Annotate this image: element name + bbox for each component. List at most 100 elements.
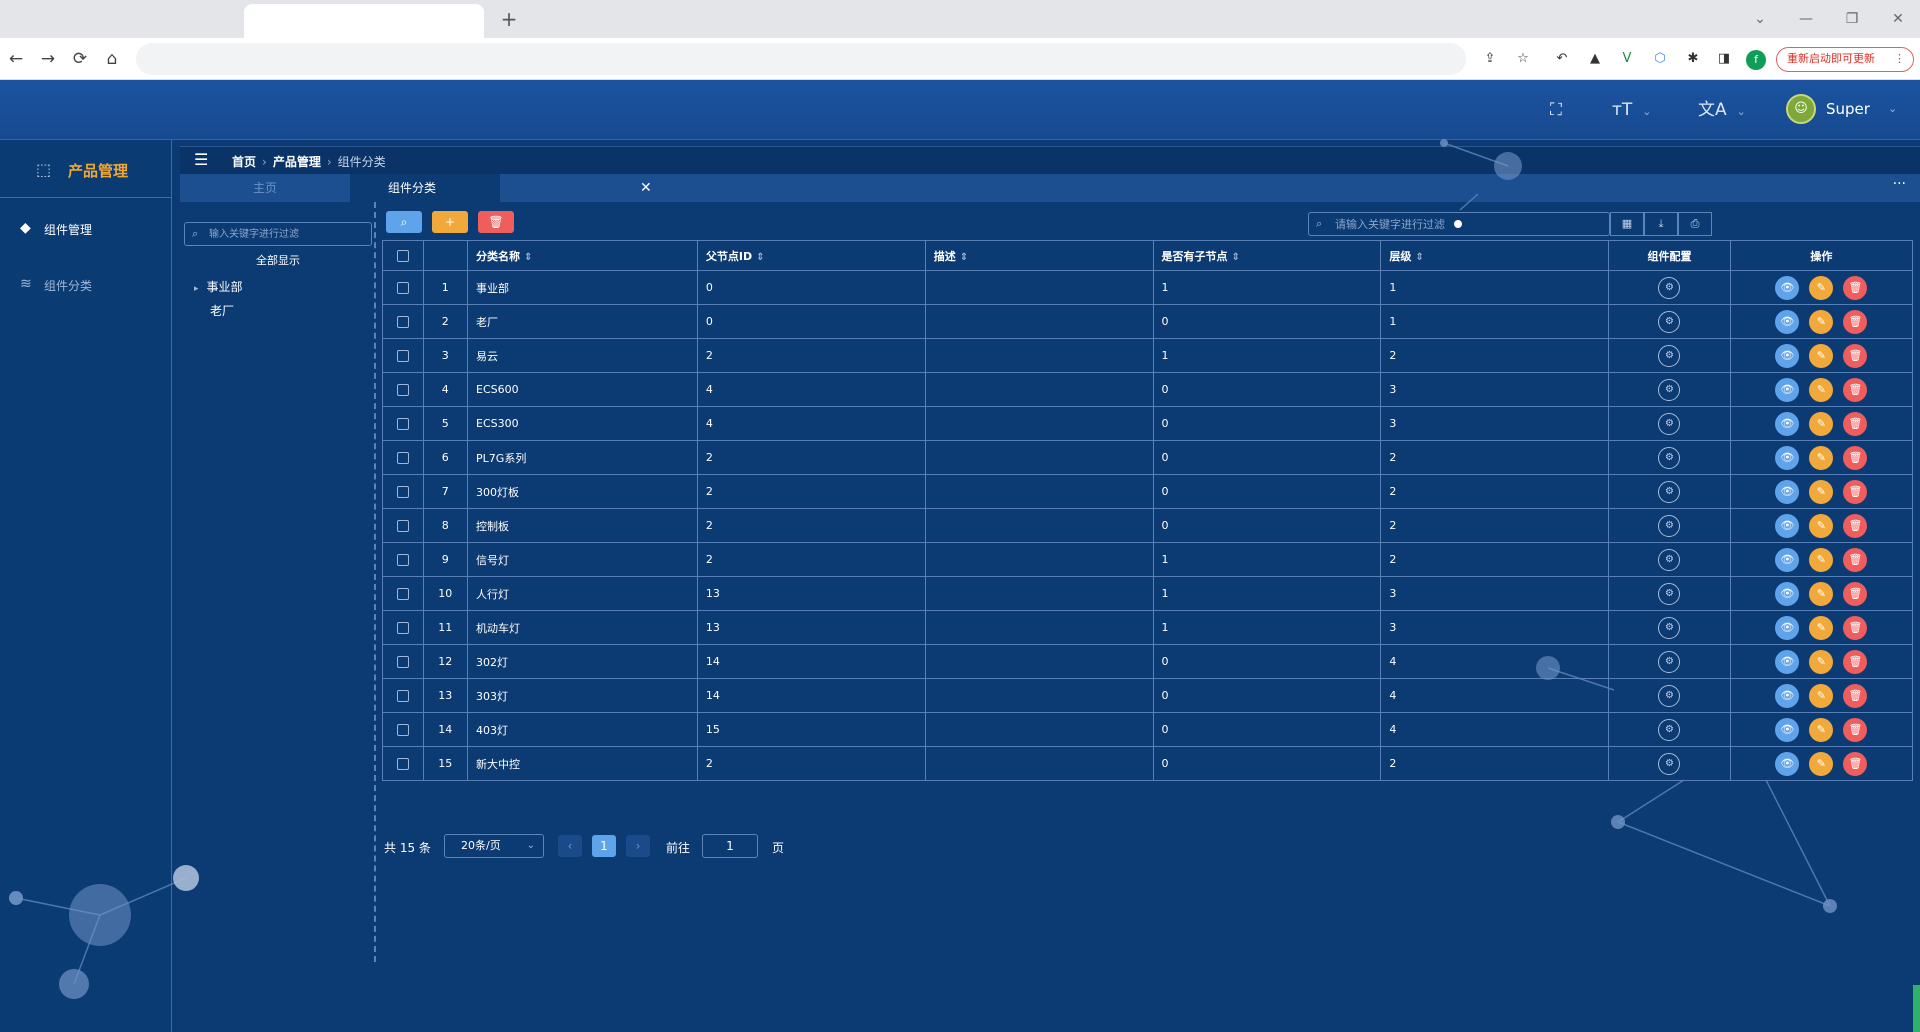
restore-icon[interactable]: ❐ [1840,8,1864,30]
table-row[interactable]: 6 PL7G系列 2 0 2 ⚙ 👁 ✎ 🗑 [382,440,1914,475]
edit-button[interactable]: ✎ [1809,547,1834,572]
delete-row-button[interactable]: 🗑 [1843,513,1868,538]
delete-row-button[interactable]: 🗑 [1843,411,1868,436]
column-header-description[interactable]: 描述 ⇕ [924,240,1154,271]
select-all-checkbox[interactable] [396,250,409,262]
tab-component-category[interactable]: 组件分类 ✕ [350,174,652,202]
gear-icon[interactable]: ⚙ [1658,344,1681,367]
sort-icon[interactable]: ⇕ [524,252,532,263]
chevron-down-icon[interactable]: ⌄ [1888,102,1897,115]
export-icon[interactable]: ⤓ [1644,212,1678,236]
sidebar-item-component-management[interactable]: ◆ 组件管理 [0,212,172,246]
row-checkbox[interactable] [396,452,409,464]
home-icon[interactable]: ⌂ [100,47,124,71]
edit-button[interactable]: ✎ [1809,717,1834,742]
table-filter[interactable]: ⌕ [1308,212,1610,236]
gear-icon[interactable]: ⚙ [1658,684,1681,707]
view-button[interactable]: 👁 [1775,683,1800,708]
edit-button[interactable]: ✎ [1809,683,1834,708]
delete-row-button[interactable]: 🗑 [1843,445,1868,470]
view-button[interactable]: 👁 [1775,547,1800,572]
column-header-has-child[interactable]: 是否有子节点 ⇕ [1152,240,1382,271]
view-button[interactable]: 👁 [1775,275,1800,300]
tree-show-all[interactable]: 全部显示 [180,252,376,268]
row-select-cell[interactable] [382,508,424,543]
edit-button[interactable]: ✎ [1809,411,1834,436]
view-button[interactable]: 👁 [1775,717,1800,742]
extension-a-icon[interactable]: ▲ [1585,49,1605,69]
add-button[interactable]: + [432,211,468,233]
tree-node[interactable]: ▸ 事业部 [194,278,243,295]
sort-icon[interactable]: ⇕ [756,252,764,263]
delete-row-button[interactable]: 🗑 [1843,343,1868,368]
select-all-cell[interactable] [382,240,424,271]
prev-page-button[interactable]: ‹ [558,835,582,857]
tab-home[interactable]: 主页 [180,174,350,202]
user-avatar[interactable]: ☺ [1786,94,1816,124]
edit-button[interactable]: ✎ [1809,751,1834,776]
view-button[interactable]: 👁 [1775,615,1800,640]
edit-button[interactable]: ✎ [1809,309,1834,334]
row-select-cell[interactable] [382,304,424,339]
gear-icon[interactable]: ⚙ [1658,412,1681,435]
forward-icon[interactable]: → [36,47,60,71]
row-checkbox[interactable] [396,554,409,566]
view-button[interactable]: 👁 [1775,309,1800,334]
browser-tab-inactive[interactable] [0,4,240,38]
extensions-puzzle-icon[interactable]: ✱ [1683,49,1703,69]
view-button[interactable]: 👁 [1775,445,1800,470]
delete-row-button[interactable]: 🗑 [1843,275,1868,300]
edit-button[interactable]: ✎ [1809,445,1834,470]
close-icon[interactable]: ✕ [640,174,652,202]
delete-row-button[interactable]: 🗑 [1843,615,1868,640]
column-header-name[interactable]: 分类名称 ⇕ [467,240,698,271]
new-tab-button[interactable]: + [496,8,522,32]
extension-hex-icon[interactable]: ⬡ [1650,49,1670,69]
gear-icon[interactable]: ⚙ [1658,276,1681,299]
table-row[interactable]: 5 ECS300 4 0 3 ⚙ 👁 ✎ 🗑 [382,406,1914,441]
row-checkbox[interactable] [396,350,409,362]
profile-avatar[interactable]: f [1746,50,1766,70]
table-filter-input[interactable] [1335,215,1603,233]
view-button[interactable]: 👁 [1775,377,1800,402]
goto-page-input[interactable] [702,834,758,858]
row-checkbox[interactable] [396,690,409,702]
delete-button[interactable]: 🗑 [478,211,514,233]
delete-row-button[interactable]: 🗑 [1843,649,1868,674]
close-window-icon[interactable]: ✕ [1886,8,1910,30]
browser-tab-active[interactable] [244,4,484,38]
row-select-cell[interactable] [382,746,424,781]
side-panel-icon[interactable]: ◨ [1714,49,1734,69]
delete-row-button[interactable]: 🗑 [1843,751,1868,776]
delete-row-button[interactable]: 🗑 [1843,581,1868,606]
menu-toggle-icon[interactable]: ☰ [194,150,208,169]
gear-icon[interactable]: ⚙ [1658,616,1681,639]
gear-icon[interactable]: ⚙ [1658,446,1681,469]
address-bar[interactable] [136,43,1466,75]
view-button[interactable]: 👁 [1775,513,1800,538]
user-name[interactable]: Super [1826,100,1870,118]
table-row[interactable]: 2 老厂 0 0 1 ⚙ 👁 ✎ 🗑 [382,304,1914,339]
gear-icon[interactable]: ⚙ [1658,378,1681,401]
row-select-cell[interactable] [382,542,424,577]
table-row[interactable]: 3 易云 2 1 2 ⚙ 👁 ✎ 🗑 [382,338,1914,373]
minimize-icon[interactable]: — [1794,8,1818,30]
table-row[interactable]: 13 303灯 14 0 4 ⚙ 👁 ✎ 🗑 [382,678,1914,713]
breadcrumb-home[interactable]: 首页 [232,155,256,169]
delete-row-button[interactable]: 🗑 [1843,683,1868,708]
sidebar-brand[interactable]: ⬚ 产品管理 [0,140,172,198]
row-select-cell[interactable] [382,270,424,305]
row-checkbox[interactable] [396,724,409,736]
edit-button[interactable]: ✎ [1809,649,1834,674]
gear-icon[interactable]: ⚙ [1658,480,1681,503]
view-button[interactable]: 👁 [1775,479,1800,504]
extension-undo-icon[interactable]: ↶ [1552,49,1572,69]
row-select-cell[interactable] [382,712,424,747]
page-size-select[interactable]: 20条/页 ⌄ [444,834,544,858]
edit-button[interactable]: ✎ [1809,479,1834,504]
gear-icon[interactable]: ⚙ [1658,514,1681,537]
row-select-cell[interactable] [382,406,424,441]
column-header-parent-id[interactable]: 父节点ID ⇕ [696,240,926,271]
view-button[interactable]: 👁 [1775,411,1800,436]
row-checkbox[interactable] [396,282,409,294]
